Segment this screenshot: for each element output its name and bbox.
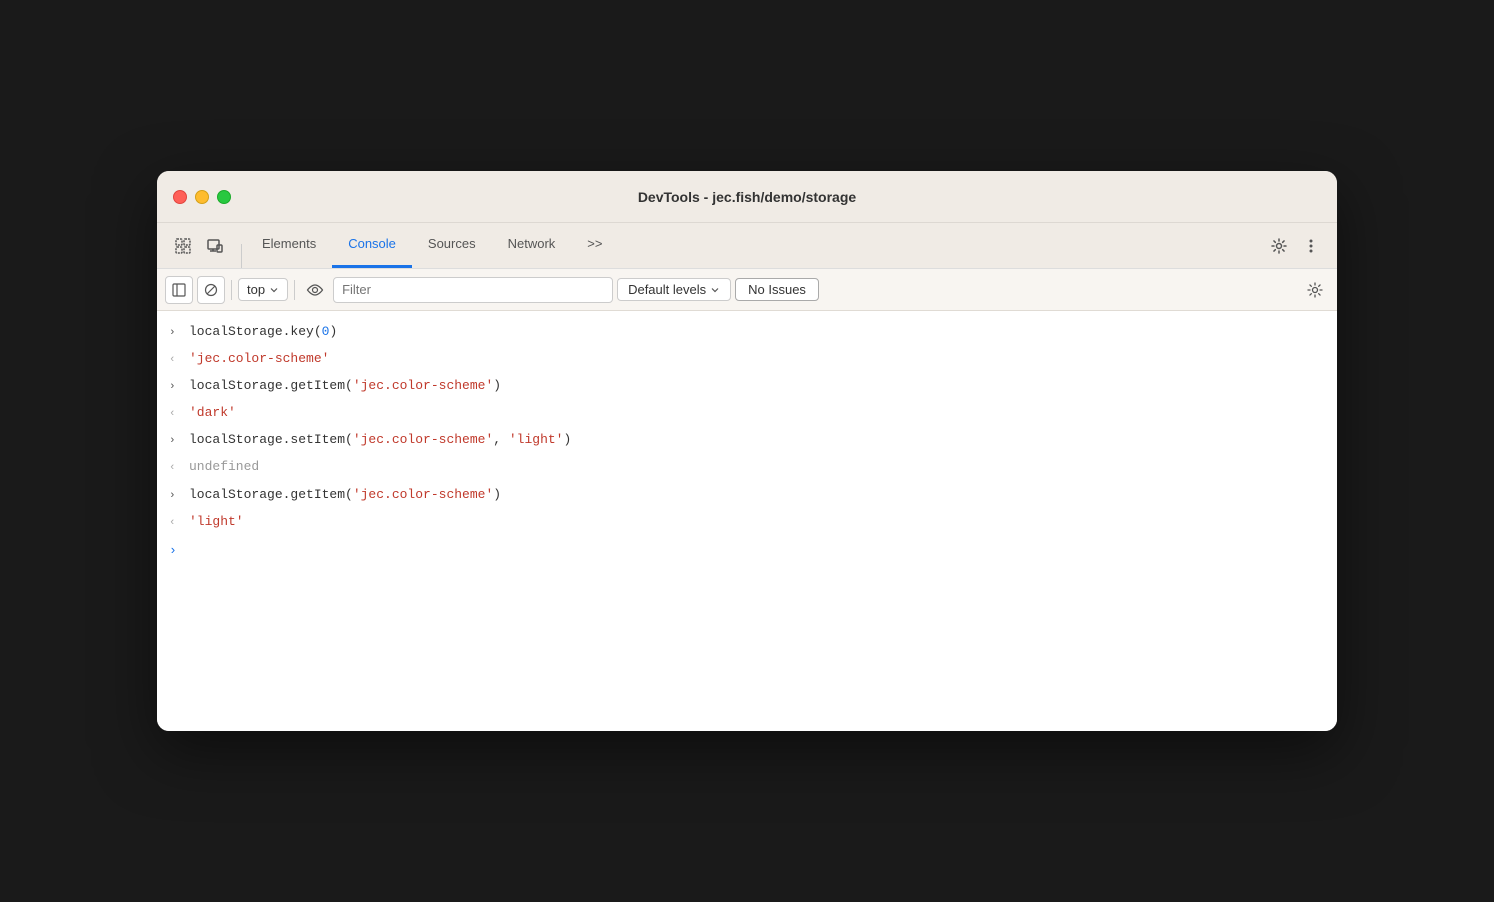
no-issues-button[interactable]: No Issues xyxy=(735,278,819,301)
tab-bar-left-icons xyxy=(169,232,229,268)
tab-bar-right-icons xyxy=(1265,232,1325,268)
responsive-mode-button[interactable] xyxy=(201,232,229,260)
console-line-8: ‹ 'light' xyxy=(157,509,1337,536)
tab-bar: Elements Console Sources Network >> xyxy=(157,223,1337,269)
clear-icon xyxy=(204,283,218,297)
responsive-icon xyxy=(207,238,223,254)
output-arrow-4: ‹ xyxy=(169,405,181,424)
cursor-selector-button[interactable] xyxy=(169,232,197,260)
console-line-7: › localStorage.getItem('jec.color-scheme… xyxy=(157,482,1337,509)
output-arrow-2: ‹ xyxy=(169,351,181,370)
context-dropdown[interactable]: top xyxy=(238,278,288,301)
settings-button[interactable] xyxy=(1265,232,1293,260)
eye-icon xyxy=(306,284,324,296)
clear-console-button[interactable] xyxy=(197,276,225,304)
more-menu-button[interactable] xyxy=(1297,232,1325,260)
input-arrow-7[interactable]: › xyxy=(169,487,181,506)
chevron-down-icon-levels xyxy=(710,285,720,295)
console-output: › localStorage.key(0) ‹ 'jec.color-schem… xyxy=(157,311,1337,731)
devtools-window: DevTools - jec.fish/demo/storage xyxy=(157,171,1337,731)
tab-separator xyxy=(241,244,242,268)
input-arrow-1[interactable]: › xyxy=(169,324,181,343)
maximize-button[interactable] xyxy=(217,190,231,204)
tab-sources[interactable]: Sources xyxy=(412,222,492,268)
live-expressions-button[interactable] xyxy=(301,276,329,304)
console-toolbar: top Default levels No Issues xyxy=(157,269,1337,311)
console-prompt-arrow: › xyxy=(169,540,177,562)
console-line-1: › localStorage.key(0) xyxy=(157,319,1337,346)
console-line-2: ‹ 'jec.color-scheme' xyxy=(157,346,1337,373)
tab-console[interactable]: Console xyxy=(332,222,412,268)
input-arrow-5[interactable]: › xyxy=(169,432,181,451)
tab-elements[interactable]: Elements xyxy=(246,222,332,268)
console-line-4: ‹ 'dark' xyxy=(157,400,1337,427)
minimize-button[interactable] xyxy=(195,190,209,204)
toolbar-divider-1 xyxy=(231,280,232,300)
console-line-5: › localStorage.setItem('jec.color-scheme… xyxy=(157,427,1337,454)
console-input-line[interactable]: › xyxy=(157,536,1337,566)
console-line-3: › localStorage.getItem('jec.color-scheme… xyxy=(157,373,1337,400)
log-levels-button[interactable]: Default levels xyxy=(617,278,731,301)
console-gear-icon xyxy=(1307,282,1323,298)
gear-icon xyxy=(1271,238,1287,254)
output-arrow-6: ‹ xyxy=(169,459,181,478)
sidebar-toggle-button[interactable] xyxy=(165,276,193,304)
traffic-lights xyxy=(173,190,231,204)
toolbar-divider-2 xyxy=(294,280,295,300)
cursor-selector-icon xyxy=(175,238,191,254)
chevron-down-icon xyxy=(269,285,279,295)
console-settings-button[interactable] xyxy=(1301,276,1329,304)
title-bar: DevTools - jec.fish/demo/storage xyxy=(157,171,1337,223)
input-arrow-3[interactable]: › xyxy=(169,378,181,397)
tab-more[interactable]: >> xyxy=(571,222,618,268)
console-line-6: ‹ undefined xyxy=(157,454,1337,481)
tab-network[interactable]: Network xyxy=(492,222,572,268)
sidebar-toggle-icon xyxy=(172,283,186,297)
filter-input[interactable] xyxy=(333,277,613,303)
window-title: DevTools - jec.fish/demo/storage xyxy=(638,189,856,205)
close-button[interactable] xyxy=(173,190,187,204)
output-arrow-8: ‹ xyxy=(169,514,181,533)
more-menu-icon xyxy=(1303,238,1319,254)
